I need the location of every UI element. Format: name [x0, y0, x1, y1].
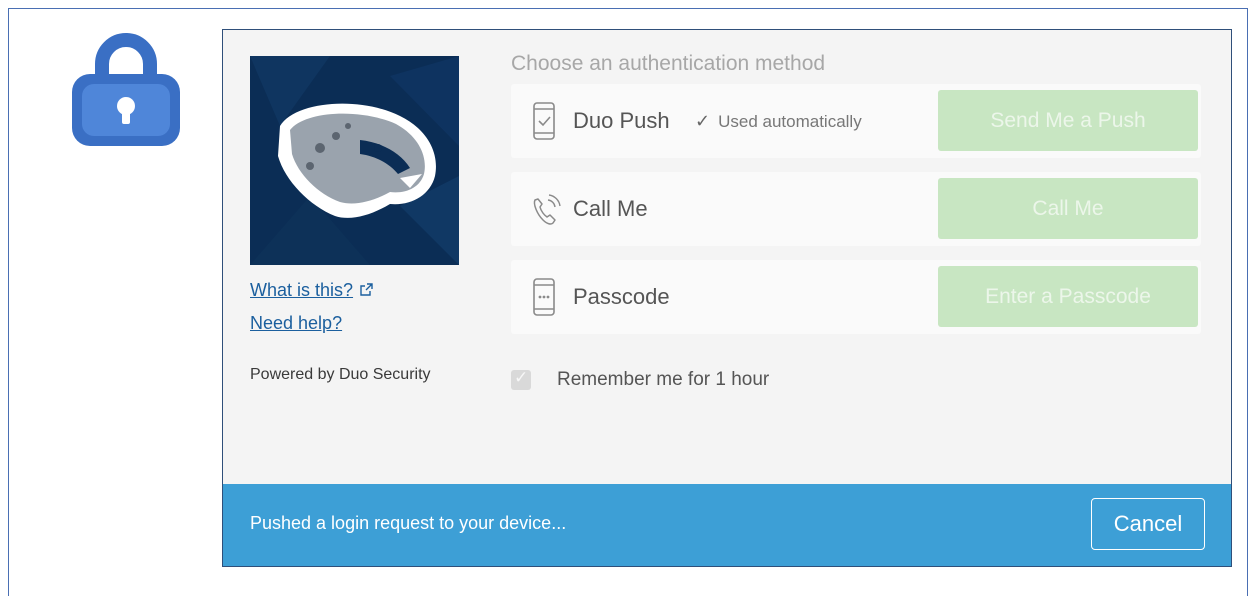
- enter-passcode-button[interactable]: Enter a Passcode: [938, 266, 1198, 327]
- status-message: Pushed a login request to your device...: [250, 513, 567, 533]
- used-automatically-note: ✓ Used automatically: [695, 111, 862, 132]
- passcode-device-icon: [529, 278, 559, 316]
- powered-by-text: Powered by Duo Security: [250, 366, 431, 383]
- method-row-passcode: Passcode Enter a Passcode: [511, 260, 1201, 334]
- need-help-link[interactable]: Need help?: [250, 313, 342, 334]
- phone-call-icon: [529, 190, 561, 228]
- method-row-duo-push: Duo Push ✓ Used automatically Send Me a P…: [511, 84, 1201, 158]
- external-link-icon: [359, 281, 373, 302]
- what-is-this-label: What is this?: [250, 280, 354, 300]
- cancel-button[interactable]: Cancel: [1091, 498, 1205, 550]
- page-title: Choose an authentication method: [511, 52, 826, 75]
- method-row-call-me: Call Me Call Me: [511, 172, 1201, 246]
- remember-me-label: Remember me for 1 hour: [557, 369, 770, 390]
- duo-auth-frame: What is this? Need help? Powered by Duo …: [222, 29, 1232, 567]
- method-label-duo-push: Duo Push: [573, 108, 670, 133]
- checkmark-icon: ✓: [695, 111, 711, 131]
- phone-check-icon: [529, 102, 559, 140]
- call-me-button[interactable]: Call Me: [938, 178, 1198, 239]
- what-is-this-link[interactable]: What is this?: [250, 280, 373, 302]
- send-push-button[interactable]: Send Me a Push: [938, 90, 1198, 151]
- used-automatically-label: Used automatically: [718, 112, 862, 131]
- lock-icon: [68, 28, 184, 148]
- remember-me-checkbox[interactable]: ✓: [511, 368, 531, 390]
- method-label-call-me: Call Me: [573, 196, 648, 221]
- status-bar: Pushed a login request to your device...…: [223, 484, 1231, 566]
- jaguar-logo: [250, 56, 459, 265]
- checkmark-icon: ✓: [514, 368, 529, 387]
- method-label-passcode: Passcode: [573, 284, 670, 309]
